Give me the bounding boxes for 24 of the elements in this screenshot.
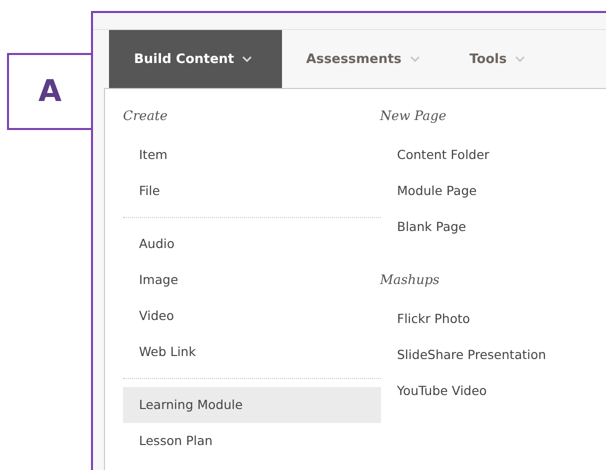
- menu-item[interactable]: Video: [123, 298, 381, 334]
- menu-item[interactable]: Module Page: [381, 173, 546, 209]
- menu-item[interactable]: Image: [123, 262, 381, 298]
- menu-item[interactable]: Learning Module: [123, 387, 381, 423]
- menu-item[interactable]: Blank Page: [381, 209, 546, 245]
- group-header: Mashups: [380, 273, 440, 290]
- menu-item[interactable]: Audio: [123, 226, 381, 262]
- menu-item[interactable]: YouTube Video: [381, 373, 546, 409]
- group-header: Create: [123, 109, 169, 126]
- menu-item[interactable]: Web Link: [123, 334, 381, 370]
- menu-item[interactable]: Content Folder: [381, 137, 546, 173]
- group-header: New Page: [380, 109, 448, 126]
- menu-tab[interactable]: Build Content: [109, 30, 282, 88]
- callout-label: A: [7, 53, 93, 130]
- menu-item[interactable]: File: [123, 173, 381, 209]
- menu-item[interactable]: Lesson Plan: [123, 423, 381, 459]
- chevron-down-icon: [242, 56, 252, 62]
- menu-tab[interactable]: Assessments: [282, 30, 446, 88]
- menu-item[interactable]: SlideShare Presentation: [381, 337, 546, 373]
- menu-item[interactable]: Item: [123, 137, 381, 173]
- chevron-down-icon: [514, 56, 525, 62]
- chevron-down-icon: [410, 56, 420, 62]
- menu-item[interactable]: Flickr Photo: [381, 301, 546, 337]
- menu-tab[interactable]: Tools: [446, 30, 551, 88]
